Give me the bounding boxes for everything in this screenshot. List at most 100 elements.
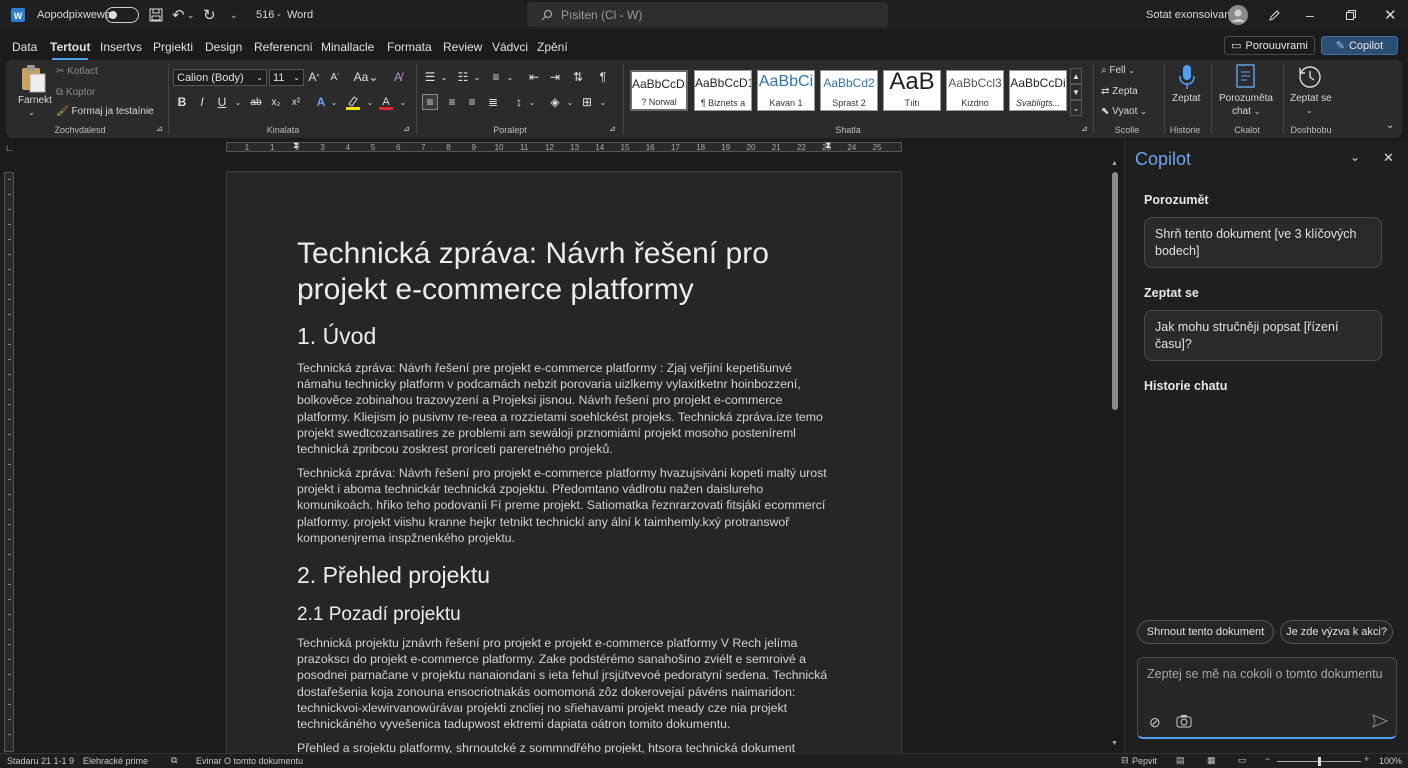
borders-icon[interactable]: ⊞ (579, 94, 595, 110)
styles-scroll-down-icon[interactable]: ▼ (1070, 84, 1082, 100)
indent-marker-icon[interactable]: ⧗ (293, 140, 299, 151)
find-button[interactable]: ⌕ Fell ⌄ (1101, 65, 1135, 76)
replace-button[interactable]: ⇄ Zepta (1101, 86, 1138, 97)
clipboard-launcher-icon[interactable]: ⊿ (156, 124, 163, 133)
print-layout-icon[interactable]: ▦ (1207, 755, 1216, 766)
tab-projekt[interactable]: Prgiekti (153, 36, 193, 58)
shading-icon[interactable]: ◈ (547, 94, 563, 110)
chevron-down-icon[interactable]: ⌄ (362, 94, 378, 110)
attach-icon[interactable]: ⊘ (1149, 714, 1161, 731)
web-layout-icon[interactable]: ▭ (1238, 755, 1247, 766)
horizontal-ruler[interactable]: 1 1 2 3 4 5 6 7 8 9 10 11 12 13 14 15 16 17 18 19 20 21 22 23 24… (226, 140, 902, 152)
copilot-header-button[interactable]: ✎ Copilot (1321, 36, 1398, 55)
focus-icon[interactable]: ⊟ (1121, 755, 1129, 766)
style-subtle-emphasis[interactable]: AaBbCcDi Svabligts... (1009, 70, 1067, 111)
camera-icon[interactable] (1176, 714, 1192, 728)
underline-icon[interactable]: U (214, 94, 230, 110)
font-name-combo[interactable]: Calion (Body) ⌄ (173, 69, 267, 86)
avatar[interactable] (1228, 0, 1248, 30)
style-title[interactable]: AaB Tıitı (883, 70, 941, 111)
select-button[interactable]: ⬉ Vyaot ⌄ (1101, 106, 1147, 117)
send-icon[interactable] (1372, 714, 1388, 728)
suggestion-cta-chip[interactable]: Je zde výzva k akci? (1280, 620, 1393, 644)
strikethrough-icon[interactable]: ab (248, 94, 264, 110)
read-mode-icon[interactable]: ▤ (1176, 755, 1185, 766)
language-status[interactable]: Elehracké prime (83, 756, 148, 766)
tab-format[interactable]: Formata (387, 36, 432, 58)
chevron-down-icon[interactable]: ⌄ (502, 69, 518, 85)
tab-review[interactable]: Review (443, 36, 482, 58)
pilcrow-icon[interactable]: ¶ (595, 69, 611, 85)
italic-icon[interactable]: I (194, 94, 210, 110)
prompt-card-ask[interactable]: Jak mohu stručněji popsat [řízení času]? (1144, 310, 1382, 361)
suggestion-summarize-chip[interactable]: Shrnout tento dokument (1137, 620, 1274, 644)
accessibility-icon[interactable]: ⧉ (171, 755, 177, 766)
document-page[interactable]: Technická zpráva: Návrh řešení pro proje… (226, 171, 902, 761)
zoom-level[interactable]: 100% (1379, 756, 1402, 766)
chevron-down-icon[interactable]: ⌄ (1350, 150, 1360, 164)
sort-icon[interactable]: ⇅ (570, 69, 586, 85)
paragraph-launcher-icon[interactable]: ⊿ (609, 124, 616, 133)
tab-design[interactable]: Design (205, 36, 242, 58)
comments-button[interactable]: ▭ Porouuvrami (1224, 36, 1315, 55)
customize-toolbar-icon[interactable]: ⌄ (230, 0, 238, 30)
tab-insert[interactable]: Insertvs (100, 36, 142, 58)
user-name[interactable]: Sotat exonsoivan (1146, 0, 1230, 30)
bold-icon[interactable]: B (174, 94, 190, 110)
microphone-icon[interactable] (1177, 64, 1197, 90)
chevron-down-icon[interactable]: ⌄ (562, 94, 578, 110)
decrease-indent-icon[interactable]: ⇤ (526, 69, 542, 85)
chevron-down-icon[interactable]: ⌄ (436, 69, 452, 85)
chat-document-icon[interactable] (1235, 64, 1257, 90)
tab-selector-icon[interactable]: ∟ (5, 143, 14, 153)
format-painter-button[interactable]: 🖌 Formaj ja testaínie (56, 106, 154, 117)
chevron-down-icon[interactable]: ⌄ (326, 94, 342, 110)
styles-more-icon[interactable]: ⌄ (1070, 100, 1082, 116)
change-case-icon[interactable]: Aa⌄ (354, 69, 379, 85)
zoom-slider-thumb[interactable] (1318, 757, 1321, 766)
close-pane-icon[interactable]: ✕ (1383, 150, 1394, 166)
shrink-font-icon[interactable]: Aˇ (327, 69, 343, 85)
grow-font-icon[interactable]: A ^ (306, 69, 322, 85)
style-heading-1[interactable]: AaBbCi Kavan 1 (757, 70, 815, 111)
pen-icon[interactable] (1268, 0, 1281, 30)
scroll-down-icon[interactable]: ▼ (1111, 740, 1118, 747)
clear-formatting-icon[interactable]: A̸ (390, 69, 406, 85)
styles-scroll-up-icon[interactable]: ▲ (1070, 68, 1082, 84)
font-size-combo[interactable]: 11 ⌄ (269, 69, 304, 86)
paste-icon[interactable] (18, 64, 48, 94)
chevron-down-icon[interactable]: ⌄ (595, 94, 611, 110)
style-normal[interactable]: AaBbCcDI ? Norwal (630, 70, 688, 111)
vertical-scrollbar[interactable]: ▲ ▼ (1110, 160, 1120, 752)
align-left-icon[interactable]: ≡ (422, 94, 438, 110)
prompt-card-summarize[interactable]: Shrň tento dokument [ve 3 klíčových bode… (1144, 217, 1382, 268)
search-box[interactable]: Pısiten (Cl - W) (527, 2, 888, 27)
styles-launcher-icon[interactable]: ⊿ (1081, 124, 1088, 133)
paste-button[interactable]: Farnekt (18, 95, 52, 106)
zoom-in-icon[interactable]: + (1364, 754, 1369, 764)
redo-icon[interactable]: ↻ (203, 0, 216, 30)
tab-references[interactable]: Referencní (254, 36, 313, 58)
tab-data[interactable]: Data (12, 36, 37, 58)
restore-icon[interactable] (1346, 0, 1356, 30)
subscript-icon[interactable]: x₂ (268, 94, 284, 110)
tab-help[interactable]: Zpění (537, 36, 568, 58)
right-indent-marker-icon[interactable]: ⧗ (825, 140, 831, 151)
chevron-down-icon[interactable]: ⌄ (524, 94, 540, 110)
zoom-out-icon[interactable]: − (1265, 754, 1270, 764)
increase-indent-icon[interactable]: ⇥ (547, 69, 563, 85)
dictate-button[interactable]: Zeptat (1172, 93, 1200, 104)
close-icon[interactable]: ✕ (1384, 0, 1397, 30)
chat-button[interactable]: Porozuměta (1219, 93, 1273, 104)
history-icon[interactable] (1297, 64, 1323, 90)
align-right-icon[interactable]: ≡ (464, 94, 480, 110)
copilot-prompt-input[interactable]: Zeptej se mě na cokoli o tomto dokumentu… (1137, 657, 1397, 739)
style-no-spacing[interactable]: AaBbCcD1 ¶ Biznets a (694, 70, 752, 111)
style-heading-2[interactable]: AaBbCd2 Sprast 2 (820, 70, 878, 111)
tab-tertout[interactable]: Tertout (50, 36, 90, 60)
copy-button[interactable]: ⧉ Koptor (56, 87, 95, 98)
focus-label[interactable]: Pepvit (1132, 756, 1157, 766)
tab-mailings[interactable]: Minallacle (321, 36, 374, 58)
style-subtitle[interactable]: AaBbCcl3 Kizdno (946, 70, 1004, 111)
document-info[interactable]: Evinar O tomto dokumentu (196, 756, 303, 766)
